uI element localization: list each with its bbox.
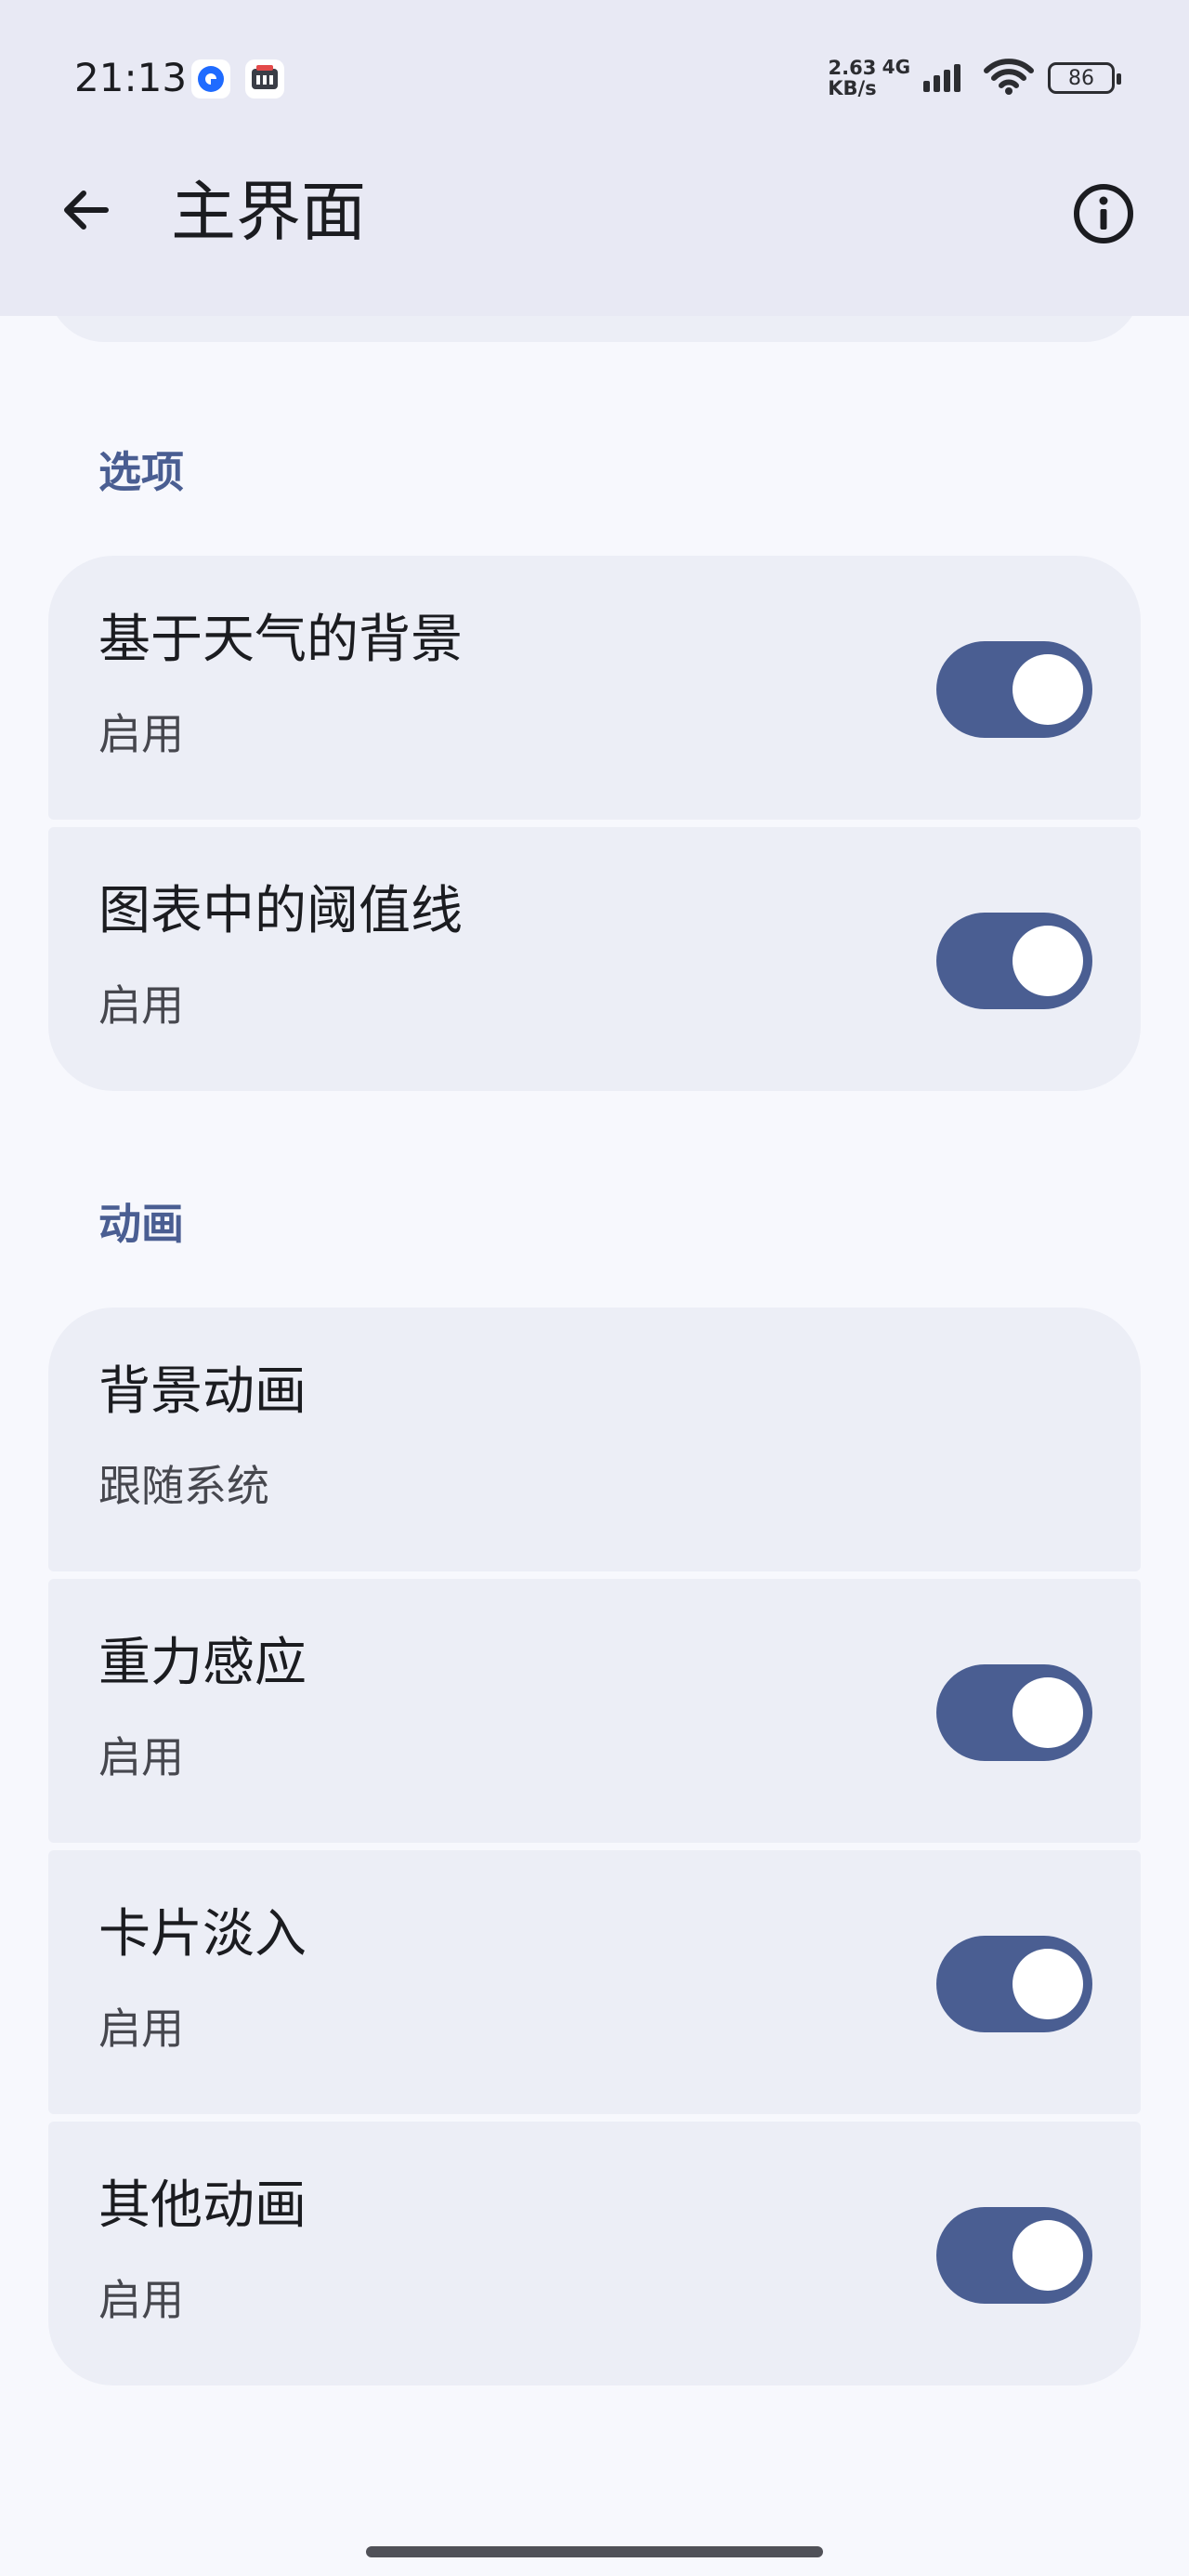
setting-weather-background[interactable]: 基于天气的背景 启用 bbox=[48, 556, 1141, 820]
page-title: 主界面 bbox=[171, 174, 366, 250]
app-bar: 21:13 2.63 KB/s 4G 86 主界面 bbox=[0, 0, 1189, 316]
notification-app-icon-2 bbox=[245, 59, 284, 99]
setting-title: 基于天气的背景 bbox=[98, 610, 463, 670]
wifi-icon bbox=[983, 58, 1035, 99]
setting-gravity-sensor[interactable]: 重力感应 启用 bbox=[48, 1579, 1141, 1843]
setting-subtitle: 启用 bbox=[98, 2275, 184, 2325]
battery-level: 86 bbox=[1068, 66, 1094, 90]
setting-title: 背景动画 bbox=[98, 1361, 307, 1422]
info-button[interactable] bbox=[1070, 182, 1137, 249]
setting-title: 图表中的阈值线 bbox=[98, 881, 463, 941]
network-type: 4G bbox=[882, 56, 910, 78]
setting-background-animation[interactable]: 背景动画 跟随系统 bbox=[48, 1308, 1141, 1571]
setting-subtitle: 启用 bbox=[98, 980, 184, 1031]
toggle-knob bbox=[1013, 1949, 1083, 2019]
back-button[interactable] bbox=[46, 173, 124, 251]
other-animations-toggle[interactable] bbox=[936, 2207, 1092, 2304]
setting-subtitle: 启用 bbox=[98, 709, 184, 759]
card-fade-in-toggle[interactable] bbox=[936, 1936, 1092, 2032]
setting-subtitle: 启用 bbox=[98, 1732, 184, 1782]
status-indicators: 2.63 KB/s 4G 86 bbox=[828, 52, 1121, 104]
setting-other-animations[interactable]: 其他动画 启用 bbox=[48, 2122, 1141, 2385]
section-header-options: 选项 bbox=[98, 447, 184, 497]
network-speed-unit: KB/s bbox=[828, 77, 877, 99]
options-group: 基于天气的背景 启用 图表中的阈值线 启用 bbox=[48, 556, 1141, 1091]
home-indicator[interactable] bbox=[366, 2546, 823, 2557]
toggle-knob bbox=[1013, 926, 1083, 996]
weather-background-toggle[interactable] bbox=[936, 641, 1092, 738]
toggle-knob bbox=[1013, 2220, 1083, 2291]
setting-subtitle: 跟随系统 bbox=[98, 1461, 269, 1511]
setting-title: 重力感应 bbox=[98, 1633, 307, 1693]
network-speed-value: 2.63 bbox=[828, 57, 877, 79]
setting-card-fade-in[interactable]: 卡片淡入 启用 bbox=[48, 1850, 1141, 2114]
toggle-knob bbox=[1013, 1677, 1083, 1748]
info-icon bbox=[1072, 182, 1135, 249]
notification-app-icon-1 bbox=[191, 59, 230, 99]
setting-title: 卡片淡入 bbox=[98, 1904, 307, 1965]
setting-chart-threshold-lines[interactable]: 图表中的阈值线 启用 bbox=[48, 827, 1141, 1091]
animation-group: 背景动画 跟随系统 重力感应 启用 卡片淡入 启用 其他动画 启用 bbox=[48, 1308, 1141, 2385]
cellular-signal-icon bbox=[923, 60, 970, 96]
status-time: 21:13 bbox=[74, 55, 188, 100]
setting-title: 其他动画 bbox=[98, 2175, 307, 2236]
arrow-left-icon bbox=[58, 182, 113, 242]
setting-subtitle: 启用 bbox=[98, 2004, 184, 2054]
gravity-sensor-toggle[interactable] bbox=[936, 1664, 1092, 1761]
toggle-knob bbox=[1013, 654, 1083, 725]
chart-threshold-toggle[interactable] bbox=[936, 913, 1092, 1009]
section-header-animation: 动画 bbox=[98, 1199, 184, 1249]
network-speed: 2.63 KB/s bbox=[828, 58, 876, 99]
battery-icon: 86 bbox=[1048, 62, 1121, 94]
